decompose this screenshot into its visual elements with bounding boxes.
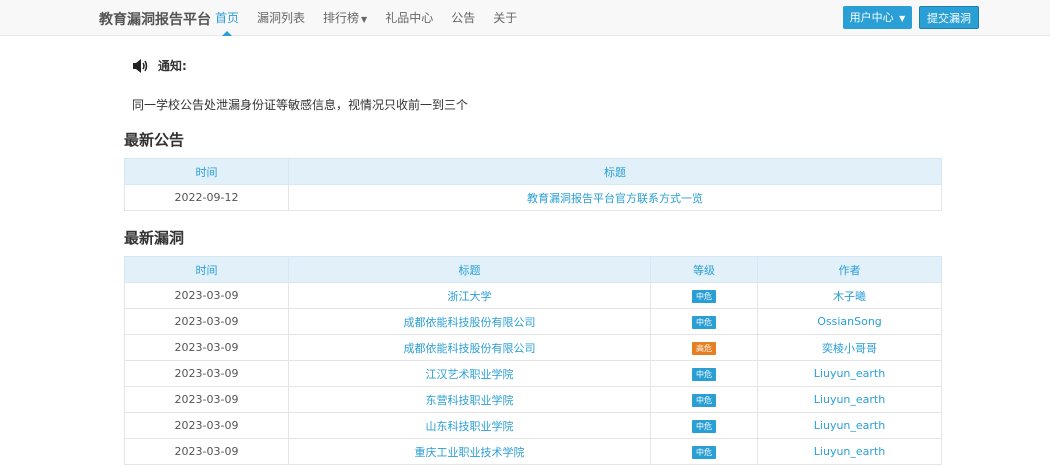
author-link[interactable]: 木子曦 (833, 290, 866, 303)
vuln-time: 2023-03-09 (124, 438, 289, 465)
nav-announcements[interactable]: 公告 (451, 0, 475, 36)
vuln-title-link[interactable]: 山东科技职业学院 (426, 420, 514, 433)
announcements-title: 最新公告 (124, 131, 185, 149)
author-link[interactable]: 奕棱小哥哥 (822, 342, 877, 355)
vuln-time: 2023-03-09 (124, 282, 289, 309)
column-header-title: 标题 (288, 256, 651, 283)
table-row: 2023-03-09 成都依能科技股份有限公司 中危 OssianSong (124, 308, 942, 335)
level-badge: 中危 (692, 393, 716, 407)
table-row: 2023-03-09 成都依能科技股份有限公司 高危 奕棱小哥哥 (124, 334, 942, 361)
author-link[interactable]: Liuyun_earth (814, 393, 885, 406)
column-header-level: 等级 (650, 256, 758, 283)
vulns-title: 最新漏洞 (124, 229, 185, 247)
submit-vuln-button[interactable]: 提交漏洞 (919, 6, 979, 29)
vuln-title-link[interactable]: 东营科技职业学院 (426, 394, 514, 407)
level-badge: 中危 (692, 445, 716, 459)
column-header-time: 时间 (124, 158, 289, 185)
level-badge: 中危 (692, 367, 716, 381)
column-header-title: 标题 (288, 158, 942, 185)
speaker-icon (133, 58, 148, 73)
announcement-time: 2022-09-12 (124, 184, 289, 211)
column-header-time: 时间 (124, 256, 289, 283)
vuln-time: 2023-03-09 (124, 412, 289, 439)
user-center-label: 用户中心 (849, 11, 894, 24)
vuln-time: 2023-03-09 (124, 386, 289, 413)
notice-label: 通知: (158, 59, 187, 73)
table-row: 2022-09-12 教育漏洞报告平台官方联系方式一览 (124, 184, 942, 211)
author-link[interactable]: OssianSong (817, 315, 882, 328)
table-row: 2023-03-09 山东科技职业学院 中危 Liuyun_earth (124, 412, 942, 439)
author-link[interactable]: Liuyun_earth (814, 445, 885, 458)
announcements-table: 时间 标题 2022-09-12 教育漏洞报告平台官方联系方式一览 (124, 158, 942, 211)
nav-home[interactable]: 首页 (215, 0, 239, 36)
author-link[interactable]: Liuyun_earth (814, 367, 885, 380)
notice-header: 通知: (132, 57, 187, 74)
nav-about[interactable]: 关于 (493, 0, 517, 36)
level-badge: 中危 (692, 315, 716, 329)
vuln-time: 2023-03-09 (124, 360, 289, 387)
user-center-button[interactable]: 用户中心 ▼ (843, 6, 912, 29)
announcement-link[interactable]: 教育漏洞报告平台官方联系方式一览 (527, 192, 703, 205)
vuln-title-link[interactable]: 江汉艺术职业学院 (426, 368, 514, 381)
vuln-title-link[interactable]: 浙江大学 (448, 290, 492, 303)
vuln-title-link[interactable]: 成都依能科技股份有限公司 (404, 316, 536, 329)
nav-ranking-label: 排行榜 (323, 11, 360, 25)
author-link[interactable]: Liuyun_earth (814, 419, 885, 432)
top-navbar: 教育漏洞报告平台 首页 漏洞列表 排行榜 ▼ 礼品中心 公告 关于 用户中心 ▼ … (0, 0, 1050, 36)
caret-down-icon: ▼ (899, 14, 906, 23)
caret-down-icon: ▼ (361, 15, 368, 24)
nav-gift-center[interactable]: 礼品中心 (385, 0, 433, 36)
level-badge: 中危 (692, 289, 716, 303)
brand-title[interactable]: 教育漏洞报告平台 (99, 9, 211, 29)
nav-vuln-list[interactable]: 漏洞列表 (257, 0, 305, 36)
table-row: 2023-03-09 东营科技职业学院 中危 Liuyun_earth (124, 386, 942, 413)
vuln-time: 2023-03-09 (124, 308, 289, 335)
level-badge: 中危 (692, 419, 716, 433)
table-row: 2023-03-09 浙江大学 中危 木子曦 (124, 282, 942, 309)
notice-text: 同一学校公告处泄漏身份证等敏感信息，视情况只收前一到三个 (132, 98, 469, 112)
column-header-author: 作者 (757, 256, 942, 283)
vuln-time: 2023-03-09 (124, 334, 289, 361)
level-badge: 高危 (692, 341, 716, 355)
vuln-title-link[interactable]: 成都依能科技股份有限公司 (404, 342, 536, 355)
table-row: 2023-03-09 江汉艺术职业学院 中危 Liuyun_earth (124, 360, 942, 387)
vulns-table: 时间 标题 等级 作者 2023-03-09 浙江大学 中危 木子曦 2023-… (124, 256, 942, 465)
main-nav: 首页 漏洞列表 排行榜 ▼ 礼品中心 公告 关于 (215, 0, 535, 36)
nav-ranking[interactable]: 排行榜 ▼ (323, 0, 367, 36)
vuln-title-link[interactable]: 重庆工业职业技术学院 (415, 446, 525, 459)
table-row: 2023-03-09 重庆工业职业技术学院 中危 Liuyun_earth (124, 438, 942, 465)
